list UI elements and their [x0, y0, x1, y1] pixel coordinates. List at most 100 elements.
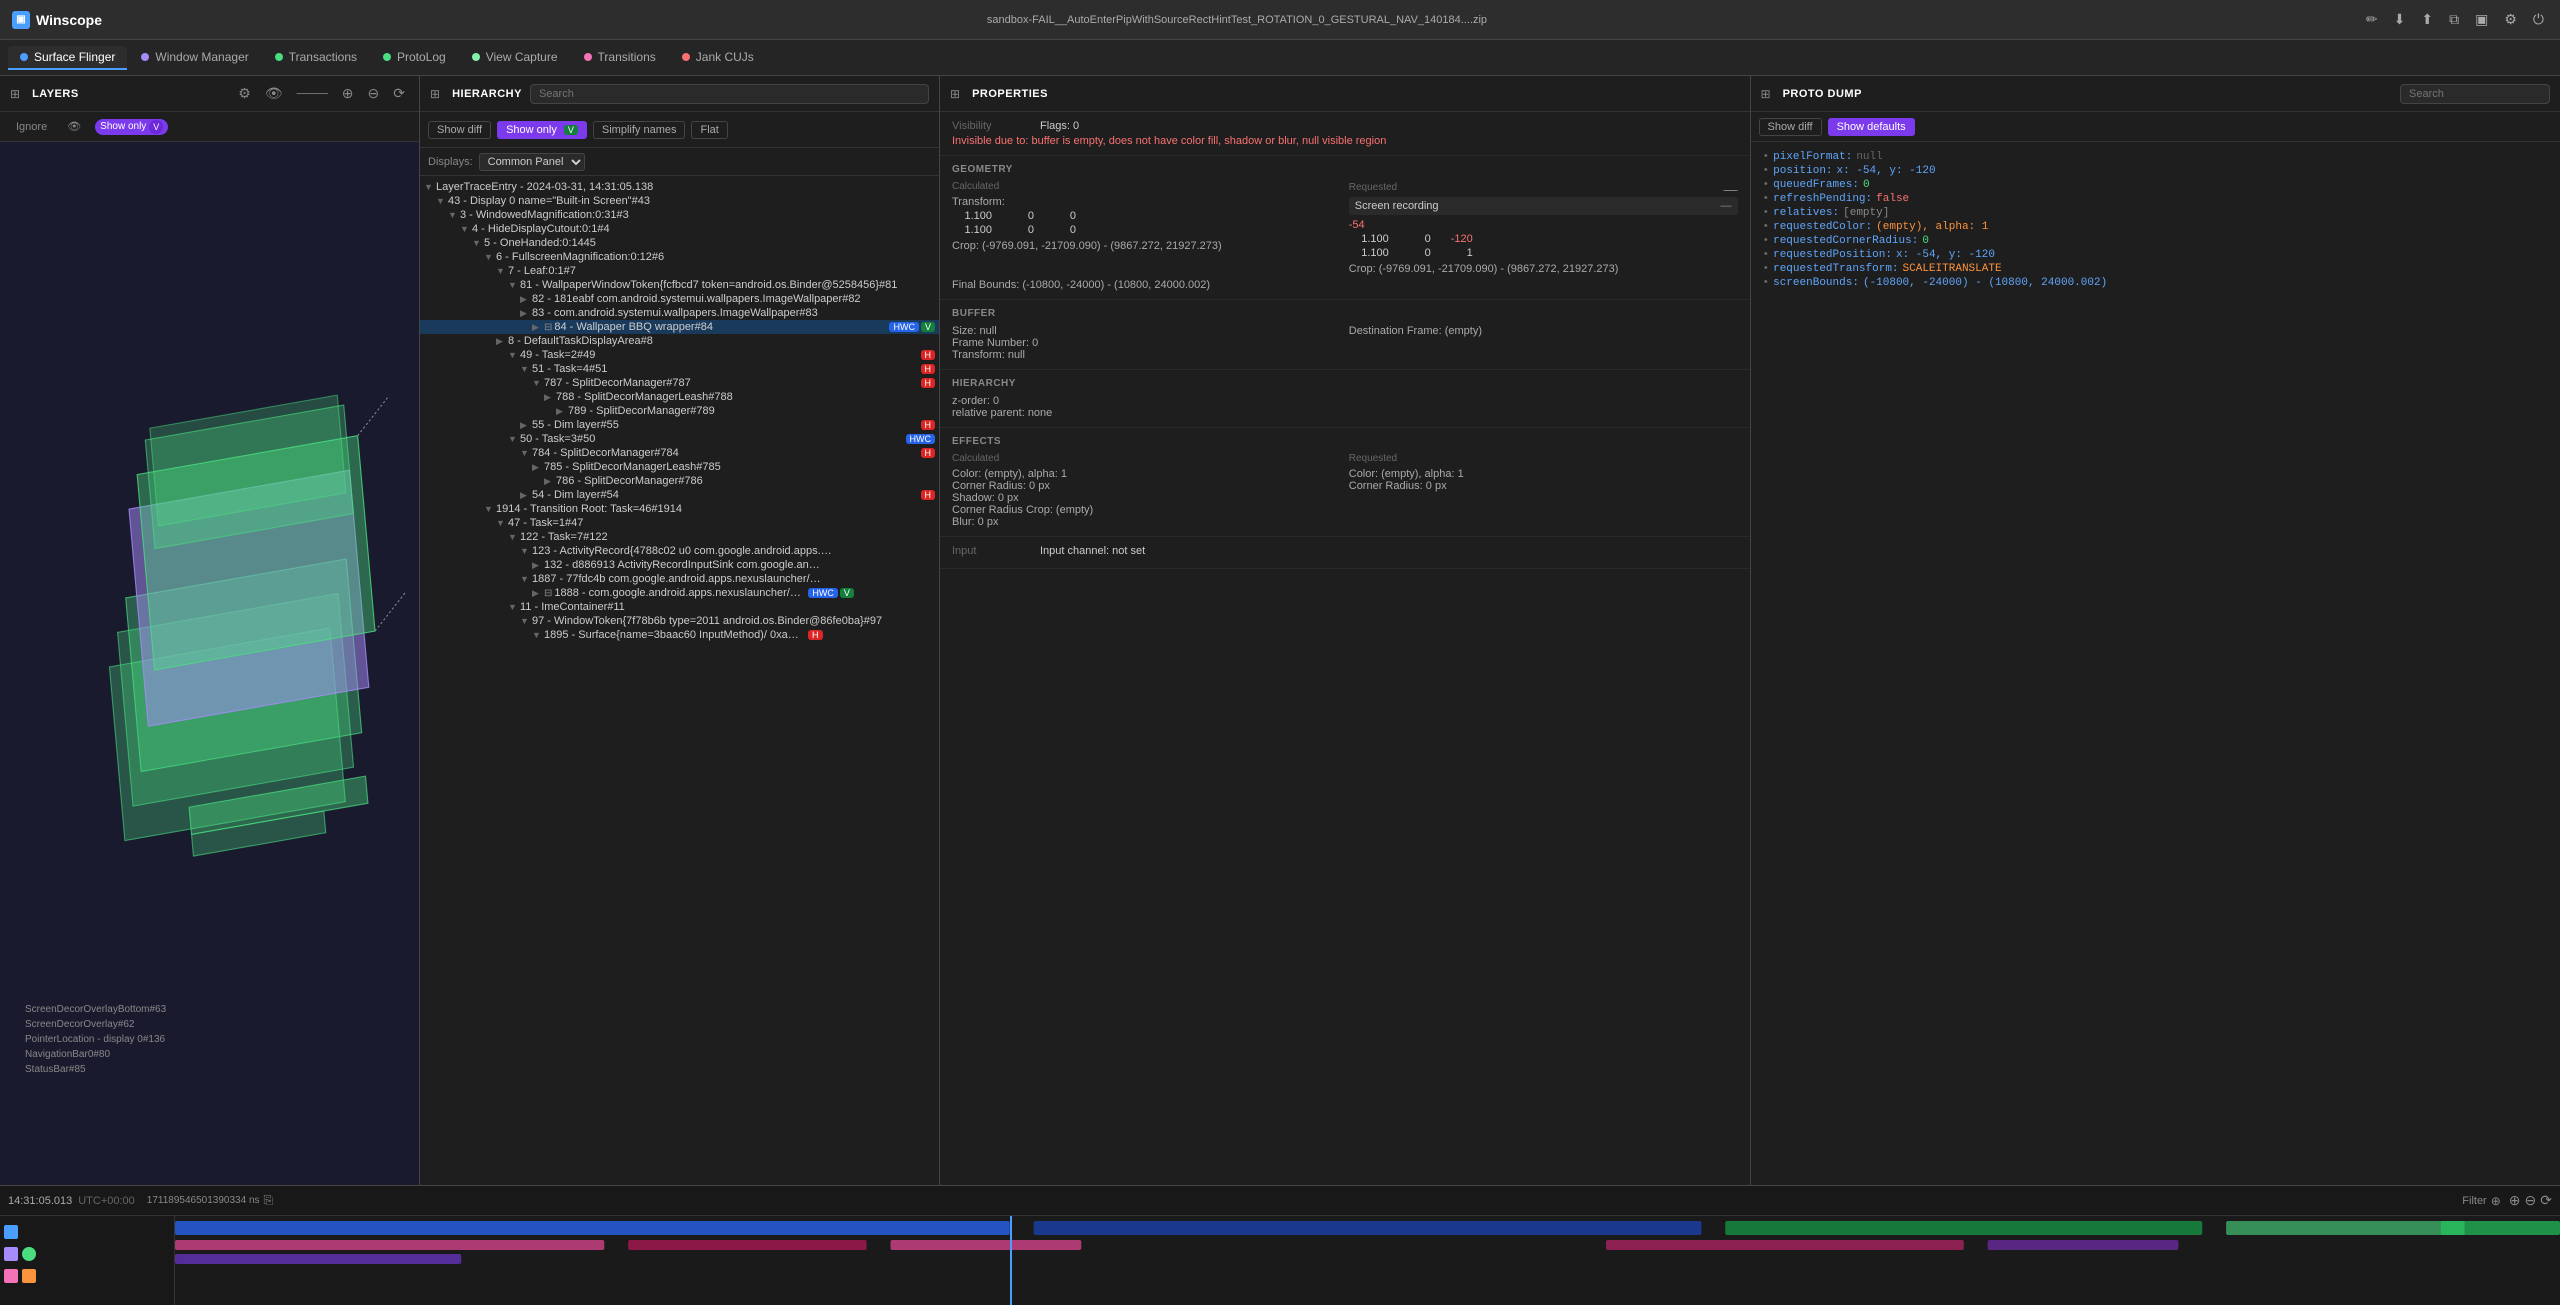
tree-arrow-1[interactable]: ▼ — [436, 196, 448, 206]
tree-arrow-17[interactable]: ▶ — [520, 420, 532, 431]
hier-flat-btn[interactable]: Flat — [691, 121, 727, 139]
proto-show-diff-btn[interactable]: Show diff — [1759, 118, 1822, 136]
tree-node-8[interactable]: ▶ 82 - 181eabf com.android.systemui.wall… — [420, 292, 939, 306]
tree-node-29[interactable]: ▶ ⊟ 1888 - com.google.android.apps.nexus… — [420, 586, 939, 600]
power-icon[interactable]: ⏻ — [2529, 7, 2548, 32]
tree-arrow-30[interactable]: ▼ — [508, 602, 520, 612]
tree-node-30[interactable]: ▼ 11 - ImeContainer#11 — [420, 600, 939, 614]
tree-node-22[interactable]: ▶ 54 - Dim layer#54 H — [420, 488, 939, 502]
tree-arrow-11[interactable]: ▶ — [496, 336, 508, 347]
download-icon[interactable]: ⬇ — [2390, 7, 2410, 32]
layers-eye-toggle[interactable]: 👁 — [61, 118, 87, 135]
tree-arrow-2[interactable]: ▼ — [448, 210, 460, 220]
tree-node-15[interactable]: ▶ 788 - SplitDecorManagerLeash#788 — [420, 390, 939, 404]
proto-dump-search[interactable] — [2400, 84, 2550, 104]
hier-show-only-btn[interactable]: Show only V — [497, 121, 587, 139]
settings-icon[interactable]: ⚙ — [2500, 7, 2521, 32]
tree-node-5[interactable]: ▼ 6 - FullscreenMagnification:0:12#6 — [420, 250, 939, 264]
tree-node-21[interactable]: ▶ 786 - SplitDecorManager#786 — [420, 474, 939, 488]
tree-arrow-9[interactable]: ▶ — [520, 308, 532, 319]
hier-simplify-names-btn[interactable]: Simplify names — [593, 121, 686, 139]
tab-proto-log[interactable]: ProtoLog — [371, 46, 458, 70]
tree-node-9[interactable]: ▶ 83 - com.android.systemui.wallpapers.I… — [420, 306, 939, 320]
tree-arrow-18[interactable]: ▼ — [508, 434, 520, 444]
tree-node-27[interactable]: ▶ 132 - d886913 ActivityRecordInputSink … — [420, 558, 939, 572]
displays-select[interactable]: Common Panel — [479, 153, 585, 171]
tree-arrow-10[interactable]: ▶ — [532, 322, 544, 333]
tree-arrow-31[interactable]: ▼ — [520, 616, 532, 626]
tab-jank-cujs[interactable]: Jank CUJs — [670, 46, 766, 70]
tree-node-28[interactable]: ▼ 1887 - 77fdc4b com.google.android.apps… — [420, 572, 939, 586]
zoom-out-btn[interactable]: ⊖ — [2525, 1192, 2537, 1209]
tree-arrow-29[interactable]: ▶ — [532, 588, 544, 599]
hier-show-diff-btn[interactable]: Show diff — [428, 121, 491, 139]
timeline-tracks[interactable] — [175, 1216, 2560, 1305]
tree-node-4[interactable]: ▼ 5 - OneHanded:0:1445 — [420, 236, 939, 250]
tree-arrow-23[interactable]: ▼ — [484, 504, 496, 514]
tree-node-31[interactable]: ▼ 97 - WindowToken{7f78b6b type=2011 and… — [420, 614, 939, 628]
split-icon[interactable]: ⧉ — [2445, 7, 2463, 32]
tree-node-14[interactable]: ▼ 787 - SplitDecorManager#787 H — [420, 376, 939, 390]
upload-icon[interactable]: ⬆ — [2417, 7, 2437, 32]
tree-node-26[interactable]: ▼ 123 - ActivityRecord{4788c02 u0 com.go… — [420, 544, 939, 558]
tree-node-7[interactable]: ▼ 81 - WallpaperWindowToken{fcfbcd7 toke… — [420, 278, 939, 292]
tree-arrow-13[interactable]: ▼ — [520, 364, 532, 374]
tree-node-1[interactable]: ▼ 43 - Display 0 name="Built-in Screen"#… — [420, 194, 939, 208]
tree-node-20[interactable]: ▶ 785 - SplitDecorManagerLeash#785 — [420, 460, 939, 474]
tree-arrow-12[interactable]: ▼ — [508, 350, 520, 360]
tree-arrow-0[interactable]: ▼ — [424, 182, 436, 192]
filter-icon[interactable]: ⊕ — [2491, 1194, 2501, 1208]
tree-node-2[interactable]: ▼ 3 - WindowedMagnification:0:31#3 — [420, 208, 939, 222]
layers-zoom-in-btn[interactable]: ⊕ — [338, 83, 358, 104]
tree-arrow-25[interactable]: ▼ — [508, 532, 520, 542]
layers-eye-btn[interactable]: 👁 — [261, 83, 287, 104]
tree-node-10[interactable]: ▶ ⊟ 84 - Wallpaper BBQ wrapper#84 HWC V — [420, 320, 939, 334]
tree-arrow-3[interactable]: ▼ — [460, 224, 472, 234]
tree-node-16[interactable]: ▶ 789 - SplitDecorManager#789 — [420, 404, 939, 418]
geometry-collapse-icon[interactable]: — — [1724, 181, 1738, 197]
tree-arrow-20[interactable]: ▶ — [532, 462, 544, 473]
tree-node-6[interactable]: ▼ 7 - Leaf:0:1#7 — [420, 264, 939, 278]
tree-arrow-26[interactable]: ▼ — [520, 546, 532, 556]
tree-node-23[interactable]: ▼ 1914 - Transition Root: Task=46#1914 — [420, 502, 939, 516]
tree-arrow-24[interactable]: ▼ — [496, 518, 508, 528]
edit-icon[interactable]: ✏ — [2362, 7, 2382, 32]
tree-arrow-14[interactable]: ▼ — [532, 378, 544, 388]
tree-arrow-5[interactable]: ▼ — [484, 252, 496, 262]
tree-node-32[interactable]: ▼ 1895 - Surface{name=3baac60 InputMetho… — [420, 628, 939, 642]
tree-node-0[interactable]: ▼ LayerTraceEntry - 2024-03-31, 14:31:05… — [420, 180, 939, 194]
tree-arrow-28[interactable]: ▼ — [520, 574, 532, 584]
layers-reset-btn[interactable]: ⟳ — [389, 83, 409, 104]
tree-arrow-4[interactable]: ▼ — [472, 238, 484, 248]
tree-node-3[interactable]: ▼ 4 - HideDisplayCutout:0:1#4 — [420, 222, 939, 236]
tree-arrow-8[interactable]: ▶ — [520, 294, 532, 305]
tree-node-17[interactable]: ▶ 55 - Dim layer#55 H — [420, 418, 939, 432]
tree-node-18[interactable]: ▼ 50 - Task=3#50 HWC — [420, 432, 939, 446]
tree-node-12[interactable]: ▼ 49 - Task=2#49 H — [420, 348, 939, 362]
hierarchy-search-input[interactable] — [530, 84, 929, 104]
copy-icon[interactable]: ⎘ — [264, 1193, 274, 1208]
tree-arrow-27[interactable]: ▶ — [532, 560, 544, 571]
layers-settings-btn[interactable]: ⚙ — [234, 83, 255, 104]
tree-node-25[interactable]: ▼ 122 - Task=7#122 — [420, 530, 939, 544]
tab-surface-flinger[interactable]: Surface Flinger — [8, 46, 127, 70]
tree-arrow-19[interactable]: ▼ — [520, 448, 532, 458]
tree-arrow-15[interactable]: ▶ — [544, 392, 556, 403]
layers-zoom-out-btn[interactable]: ⊖ — [364, 83, 384, 104]
tree-arrow-22[interactable]: ▶ — [520, 490, 532, 501]
layers-ignore-btn[interactable]: Ignore — [10, 119, 53, 135]
zoom-in-btn[interactable]: ⊕ — [2509, 1192, 2521, 1209]
tree-arrow-7[interactable]: ▼ — [508, 280, 520, 290]
tree-arrow-6[interactable]: ▼ — [496, 266, 508, 276]
tree-node-11[interactable]: ▶ 8 - DefaultTaskDisplayArea#8 — [420, 334, 939, 348]
zoom-reset-btn[interactable]: ⟳ — [2540, 1192, 2552, 1209]
tab-window-manager[interactable]: Window Manager — [129, 46, 260, 70]
tab-view-capture[interactable]: View Capture — [460, 46, 570, 70]
monitor-icon[interactable]: ▣ — [2471, 7, 2492, 32]
tree-node-24[interactable]: ▼ 47 - Task=1#47 — [420, 516, 939, 530]
tree-arrow-21[interactable]: ▶ — [544, 476, 556, 487]
tree-node-13[interactable]: ▼ 51 - Task=4#51 H — [420, 362, 939, 376]
tree-node-19[interactable]: ▼ 784 - SplitDecorManager#784 H — [420, 446, 939, 460]
tab-transactions[interactable]: Transactions — [263, 46, 369, 70]
proto-show-defaults-btn[interactable]: Show defaults — [1828, 118, 1915, 136]
